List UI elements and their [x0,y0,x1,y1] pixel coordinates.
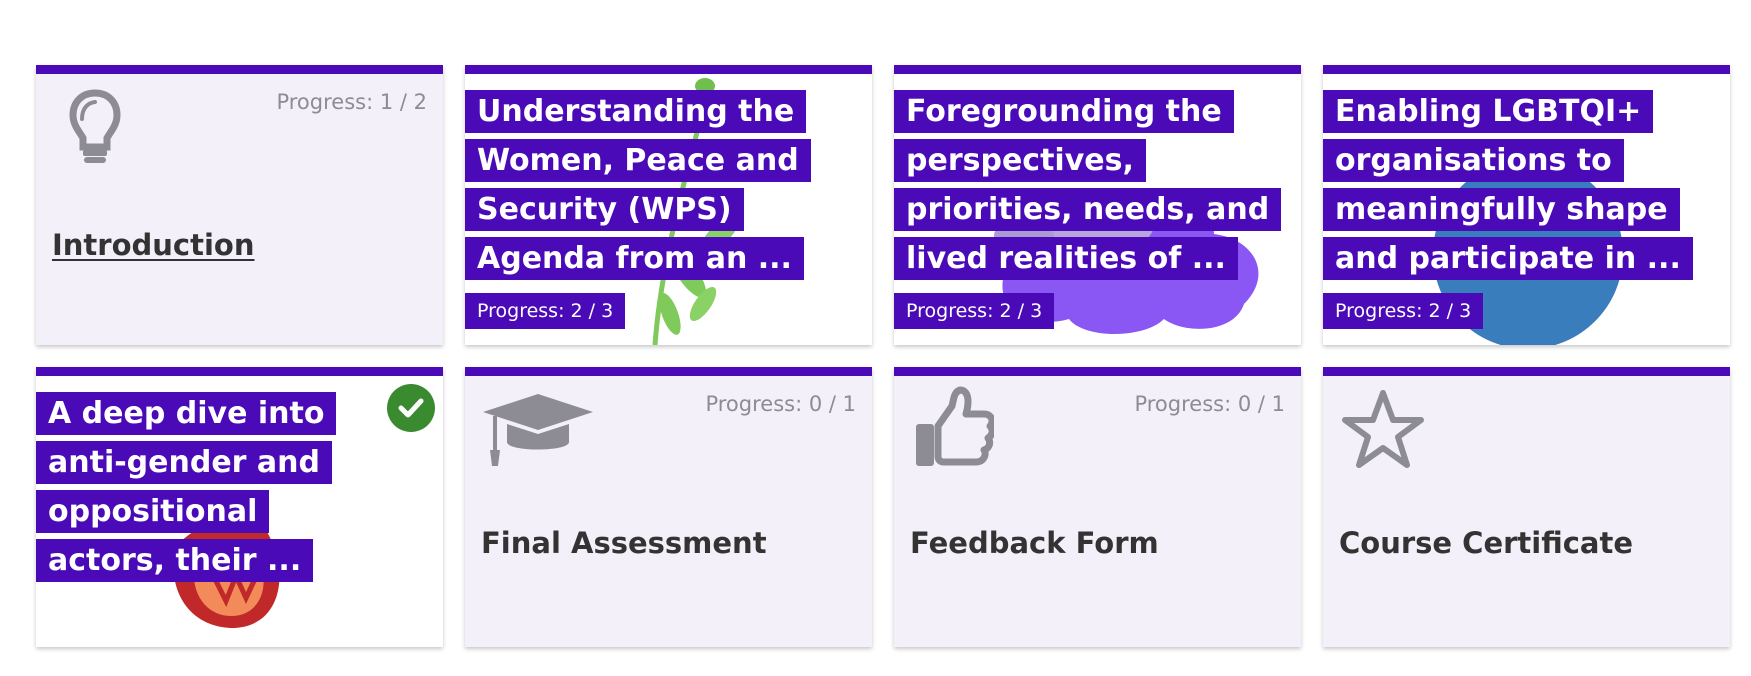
module-card-anti-gender[interactable]: A deep dive into anti-gender and opposit… [36,367,443,647]
module-title-wrap: Enabling LGBTQI+ organisations to meanin… [1323,87,1718,283]
module-title[interactable]: Foregrounding the perspectives, prioriti… [894,90,1282,280]
module-title[interactable]: Final Assessment [481,526,767,560]
module-title[interactable]: Feedback Form [910,526,1159,560]
progress-badge: Progress: 2 / 3 [894,293,1055,329]
module-title[interactable]: A deep dive into anti-gender and opposit… [36,392,337,582]
module-title[interactable]: Course Certificate [1339,526,1633,560]
module-card-final-assessment[interactable]: Progress: 0 / 1 Final Assessment [465,367,872,647]
module-title-wrap: Foregrounding the perspectives, prioriti… [894,87,1289,283]
checkmark-icon [387,384,435,432]
module-card-feedback-form[interactable]: Progress: 0 / 1 Feedback Form [894,367,1301,647]
module-title[interactable]: Enabling LGBTQI+ organisations to meanin… [1323,90,1693,280]
module-title[interactable]: Understanding the Women, Peace and Secur… [465,90,811,280]
module-card-lgbtqi[interactable]: Enabling LGBTQI+ organisations to meanin… [1323,65,1730,345]
module-title-wrap: Understanding the Women, Peace and Secur… [465,87,860,283]
progress-text: Progress: 0 / 1 [705,392,856,416]
module-card-wps-agenda[interactable]: Understanding the Women, Peace and Secur… [465,65,872,345]
progress-badge: Progress: 2 / 3 [465,293,626,329]
module-title-link[interactable]: Introduction [52,228,255,262]
module-card-course-certificate[interactable]: Course Certificate [1323,367,1730,647]
thumbs-up-icon [916,386,994,466]
module-card-foregrounding[interactable]: Foregrounding the perspectives, prioriti… [894,65,1301,345]
progress-text: Progress: 0 / 1 [1134,392,1285,416]
graduation-cap-icon [483,394,593,466]
module-card-introduction[interactable]: Progress: 1 / 2 Introduction [36,65,443,345]
course-module-grid: Progress: 1 / 2 Introduction Understandi… [0,0,1751,676]
progress-badge: Progress: 2 / 3 [1323,293,1484,329]
star-outline-icon [1342,390,1424,468]
module-title-wrap: A deep dive into anti-gender and opposit… [36,389,376,585]
progress-text: Progress: 1 / 2 [276,90,427,114]
lightbulb-icon [69,89,121,163]
